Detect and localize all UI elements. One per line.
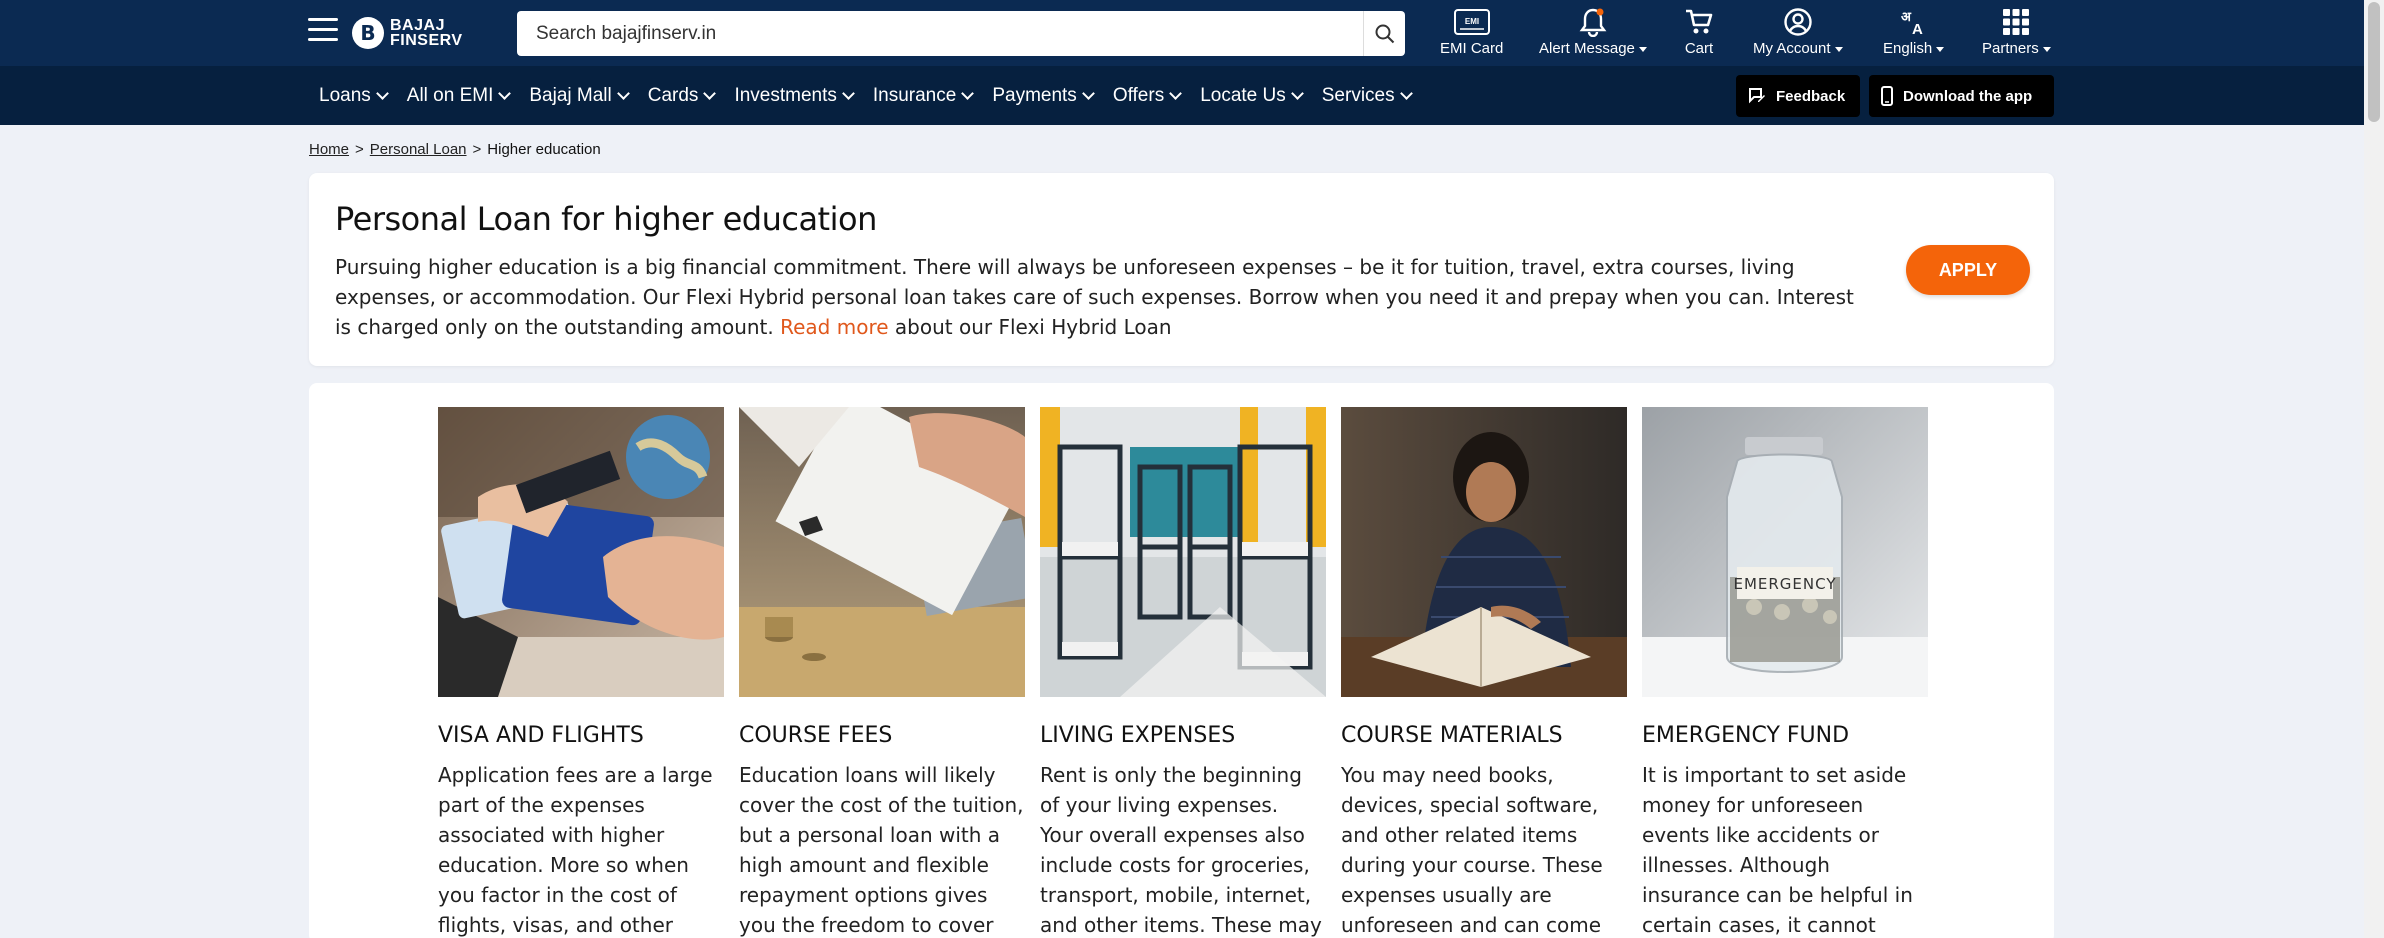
svg-text:EMI: EMI xyxy=(1465,17,1479,26)
user-icon xyxy=(1783,6,1813,38)
logo-mark: B xyxy=(352,17,384,49)
page-scrollbar[interactable] xyxy=(2364,0,2384,938)
tile-title: VISA AND FLIGHTS xyxy=(438,723,644,748)
tile-visa-and-flights: VISA AND FLIGHTS Application fees are a … xyxy=(438,407,724,938)
nav-cards[interactable]: Cards xyxy=(648,85,717,107)
search-button[interactable] xyxy=(1363,11,1405,56)
feedback-button[interactable]: Feedback xyxy=(1736,75,1860,117)
cart-label: Cart xyxy=(1684,40,1714,57)
breadcrumb-separator: > xyxy=(355,141,364,158)
intro-card: Personal Loan for higher education Pursu… xyxy=(309,173,2054,366)
tile-title: COURSE MATERIALS xyxy=(1341,723,1563,748)
chevron-down-icon xyxy=(1081,86,1095,100)
chevron-down-icon xyxy=(1169,86,1183,100)
tile-title: COURSE FEES xyxy=(739,723,893,748)
page-title: Personal Loan for higher education xyxy=(335,200,877,238)
partners-label: Partners xyxy=(1982,40,2039,57)
mobile-phone-icon xyxy=(1881,86,1893,106)
tile-text: Education loans will likely cover the co… xyxy=(739,763,1024,937)
partners-menu[interactable]: Partners xyxy=(1982,6,2051,57)
my-account-label: My Account xyxy=(1753,40,1831,57)
bell-icon xyxy=(1579,6,1607,38)
nav-bajaj-mall[interactable]: Bajaj Mall xyxy=(529,85,630,107)
chevron-down-icon xyxy=(498,86,512,100)
chevron-down-icon xyxy=(616,86,630,100)
scrollbar-thumb[interactable] xyxy=(2368,2,2380,122)
logo-text-line1: BAJAJ xyxy=(390,17,445,34)
breadcrumb: Home > Personal Loan > Higher education xyxy=(309,141,601,158)
tile-course-fees: COURSE FEES Education loans will likely … xyxy=(739,407,1025,938)
chevron-down-icon xyxy=(375,86,389,100)
tile-text: Rent is only the beginning of your livin… xyxy=(1040,763,1322,937)
breadcrumb-personal-loan[interactable]: Personal Loan xyxy=(370,141,467,158)
nav-all-on-emi[interactable]: All on EMI xyxy=(407,85,512,107)
apply-button[interactable]: APPLY xyxy=(1906,245,2030,295)
main-nav: Loans All on EMI Bajaj Mall Cards Invest… xyxy=(0,66,2364,125)
nav-insurance[interactable]: Insurance xyxy=(873,85,975,107)
svg-text:A: A xyxy=(1912,21,1923,37)
tile-emergency-fund: EMERGENCY EMERGENCY FUND It is important… xyxy=(1642,407,1928,938)
cart-link[interactable]: Cart xyxy=(1684,6,1714,57)
nav-payments[interactable]: Payments xyxy=(992,85,1095,107)
living-expenses-image xyxy=(1040,407,1326,697)
language-label: English xyxy=(1883,40,1933,57)
tile-title: LIVING EXPENSES xyxy=(1040,723,1236,748)
grid-icon xyxy=(2002,6,2030,38)
breadcrumb-current: Higher education xyxy=(487,141,601,158)
nav-offers[interactable]: Offers xyxy=(1113,85,1183,107)
feedback-icon xyxy=(1749,88,1765,104)
search-icon xyxy=(1375,24,1394,43)
emi-card-label: EMI Card xyxy=(1440,40,1504,57)
expenses-section: VISA AND FLIGHTS Application fees are a … xyxy=(309,383,2054,938)
tile-living-expenses: LIVING EXPENSES Rent is only the beginni… xyxy=(1040,407,1326,938)
visa-flights-image xyxy=(438,407,724,697)
nav-investments[interactable]: Investments xyxy=(734,85,855,107)
svg-text:EMERGENCY: EMERGENCY xyxy=(1733,575,1836,593)
bajaj-finserv-logo[interactable]: B BAJAJ FINSERV xyxy=(352,16,463,50)
search-input[interactable] xyxy=(517,11,1363,56)
tile-title: EMERGENCY FUND xyxy=(1642,723,1850,748)
emi-card-icon: EMI xyxy=(1453,6,1490,38)
cart-icon xyxy=(1684,6,1714,38)
download-app-button[interactable]: Download the app xyxy=(1869,75,2054,117)
my-account-menu[interactable]: My Account xyxy=(1753,6,1843,57)
chevron-down-icon xyxy=(1290,86,1304,100)
menu-icon[interactable] xyxy=(308,18,338,44)
chevron-down-icon xyxy=(703,86,717,100)
emergency-fund-image: EMERGENCY xyxy=(1642,407,1928,697)
language-icon: अA xyxy=(1899,6,1929,38)
tile-text: You may need books, devices, special sof… xyxy=(1341,763,1603,937)
nav-services[interactable]: Services xyxy=(1322,85,1413,107)
tile-text: It is important to set aside money for u… xyxy=(1642,763,1913,937)
svg-text:अ: अ xyxy=(1901,10,1912,25)
nav-loans[interactable]: Loans xyxy=(319,85,389,107)
breadcrumb-home[interactable]: Home xyxy=(309,141,349,158)
tile-course-materials: COURSE MATERIALS You may need books, dev… xyxy=(1341,407,1627,938)
chevron-down-icon xyxy=(842,86,855,100)
tile-text: Application fees are a large part of the… xyxy=(438,763,713,937)
course-fees-image xyxy=(739,407,1025,697)
emi-card-link[interactable]: EMI EMI Card xyxy=(1440,6,1503,57)
course-materials-image xyxy=(1341,407,1627,697)
logo-text-line2: FINSERV xyxy=(390,32,463,49)
chevron-down-icon xyxy=(961,86,975,100)
breadcrumb-separator: > xyxy=(472,141,482,158)
read-more-link[interactable]: Read more xyxy=(780,315,888,339)
top-header: B BAJAJ FINSERV EMI EMI Card Alert Messa… xyxy=(0,0,2364,66)
chevron-down-icon xyxy=(1399,86,1413,100)
intro-text: Pursuing higher education is a big finan… xyxy=(335,255,1854,339)
alert-message-label: Alert Message xyxy=(1539,40,1635,57)
alert-message-menu[interactable]: Alert Message xyxy=(1539,6,1647,57)
search-bar xyxy=(517,11,1405,56)
language-menu[interactable]: अA English xyxy=(1883,6,1945,57)
nav-locate-us[interactable]: Locate Us xyxy=(1200,85,1304,107)
